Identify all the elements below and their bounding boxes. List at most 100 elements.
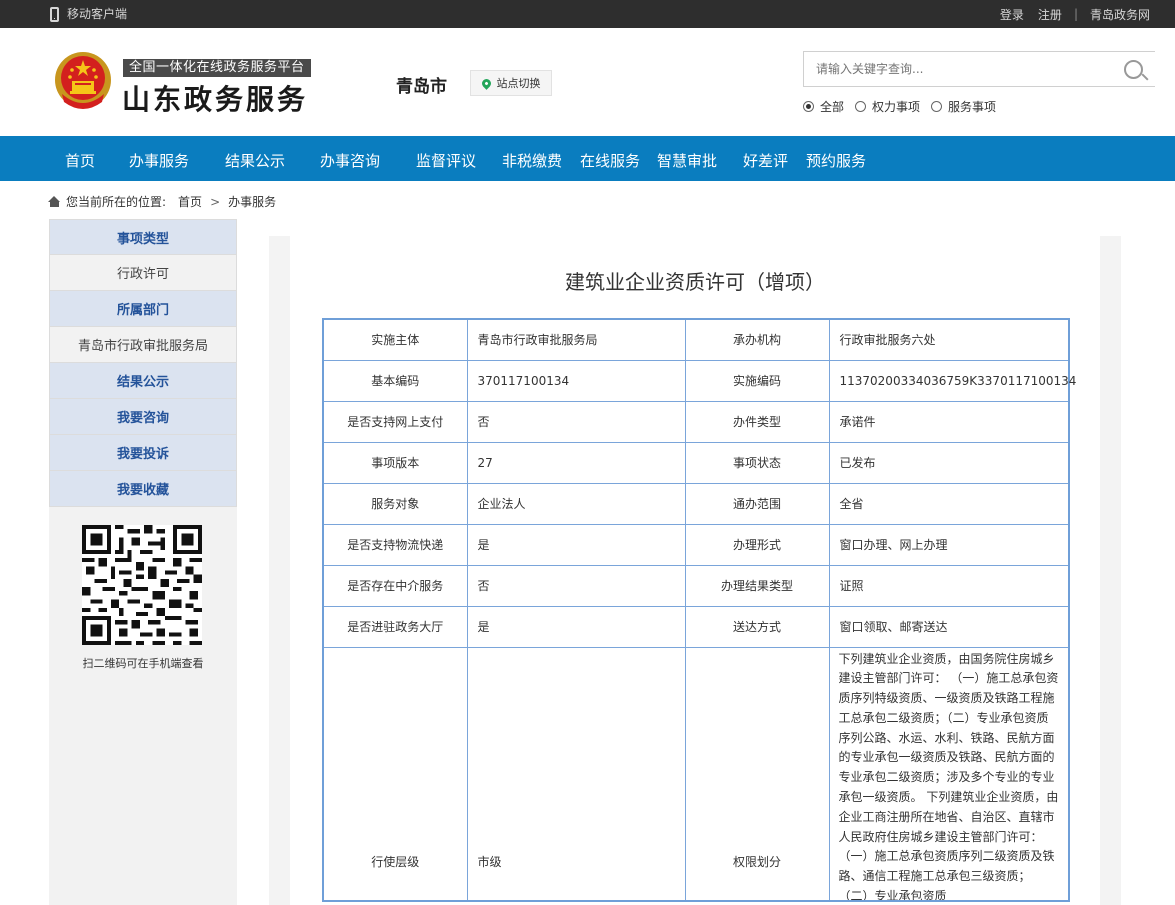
nav-item-consult[interactable]: 办事咨询 [320,150,380,171]
phone-icon [50,6,59,22]
nav-item-booking[interactable]: 预约服务 [806,150,866,171]
field-value: 青岛市行政审批服务局 [466,318,686,361]
field-label: 通办范围 [684,482,830,525]
mobile-client-label: 移动客户端 [67,7,128,21]
field-value: 全省 [828,482,1070,525]
radio-power[interactable]: 权力事项 [855,98,920,115]
field-value: 11370200334036759K3370117100134 [828,359,1076,402]
radio-power-dot[interactable] [855,101,867,112]
field-label: 送达方式 [684,605,830,648]
field-label: 事项版本 [322,441,468,484]
authority-text: 下列建筑业企业资质，由国务院住房城乡建设主管部门许可： （一）施工总承包资质序列… [838,651,1059,900]
table-row: 基本编码 370117100134 实施编码 11370200334036759… [322,359,1076,402]
field-value: 行政审批服务六处 [828,318,1070,361]
field-value: 370117100134 [466,359,686,402]
field-label: 办理结果类型 [684,564,830,607]
breadcrumb: 您当前所在的位置: 首页 > 办事服务 [48,193,276,210]
field-label: 行使层级 [322,646,468,901]
nav-item-results[interactable]: 结果公示 [225,150,285,171]
field-value: 否 [466,400,686,443]
breadcrumb-sep: > [210,194,221,209]
field-label: 办件类型 [684,400,830,443]
field-value: 承诺件 [828,400,1070,443]
sidebar-item-results[interactable]: 结果公示 [49,363,237,399]
field-value: 证照 [828,564,1070,607]
nav-item-online[interactable]: 在线服务 [580,150,640,171]
breadcrumb-prefix: 您当前所在的位置: [66,195,167,209]
field-label: 实施主体 [322,318,468,361]
location-pin-icon [479,76,493,90]
brand-title[interactable]: 山东政务服务 [122,78,308,118]
field-label: 事项状态 [684,441,830,484]
table-row: 是否支持网上支付 否 办件类型 承诺件 [322,400,1070,443]
field-value: 已发布 [828,441,1070,484]
nav-item-fees[interactable]: 非税缴费 [502,150,562,171]
field-value: 窗口办理、网上办理 [828,523,1070,566]
nav-item-services[interactable]: 办事服务 [129,150,189,171]
search-scope: 全部 权力事项 服务事项 [803,98,1007,115]
national-emblem-icon[interactable] [52,50,114,114]
qr-caption: 扫二维码可在手机端查看 [82,657,204,670]
field-label: 是否支持物流快递 [322,523,468,566]
search-input[interactable] [804,52,1114,86]
table-row: 是否进驻政务大厅 是 送达方式 窗口领取、邮寄送达 [322,605,1070,648]
radio-all-label: 全部 [820,100,845,114]
breadcrumb-home[interactable]: 首页 [178,193,202,210]
top-bar: 移动客户端 登录 注册 | 青岛政务网 [0,0,1175,28]
radio-service-label: 服务事项 [948,100,997,114]
radio-power-label: 权力事项 [872,100,921,114]
field-label: 实施编码 [684,359,830,402]
register-link[interactable]: 注册 [1038,6,1062,23]
field-label: 是否支持网上支付 [322,400,468,443]
site-link[interactable]: 青岛政务网 [1090,6,1150,23]
sidebar-item-consult[interactable]: 我要咨询 [49,399,237,435]
current-city: 青岛市 [396,77,447,97]
sidebar-item-admin-permit[interactable]: 行政许可 [49,255,237,291]
table-row: 行使层级 市级 权限划分 下列建筑业企业资质，由国务院住房城乡建设主管部门许可：… [322,646,1070,901]
sidebar-item-department[interactable]: 所属部门 [49,291,237,327]
breadcrumb-services[interactable]: 办事服务 [228,193,276,210]
divider: | [1073,7,1078,21]
radio-service[interactable]: 服务事项 [931,98,996,115]
qr-code-icon [82,525,202,645]
field-label: 是否进驻政务大厅 [322,605,468,648]
site-switch-button[interactable]: 站点切换 [470,70,552,96]
field-label: 权限划分 [684,646,830,901]
search-box [803,51,1155,87]
mobile-client-link[interactable]: 移动客户端 [50,0,127,28]
details-table: 实施主体 青岛市行政审批服务局 承办机构 行政审批服务六处 基本编码 37011… [322,318,1076,902]
field-value-long: 下列建筑业企业资质，由国务院住房城乡建设主管部门许可： （一）施工总承包资质序列… [828,646,1070,901]
field-label: 办理形式 [684,523,830,566]
header: 全国一体化在线政务服务平台 山东政务服务 青岛市 站点切换 全部 权力事项 服务… [0,28,1175,136]
field-value: 否 [466,564,686,607]
table-row: 服务对象 企业法人 通办范围 全省 [322,482,1070,525]
platform-slogan: 全国一体化在线政务服务平台 [123,59,311,77]
table-row: 实施主体 青岛市行政审批服务局 承办机构 行政审批服务六处 [322,318,1070,361]
field-value: 市级 [466,646,686,901]
login-link[interactable]: 登录 [1000,6,1024,23]
sidebar-item-favorite[interactable]: 我要收藏 [49,471,237,507]
nav-item-home[interactable]: 首页 [65,150,95,171]
table-row: 是否支持物流快递 是 办理形式 窗口办理、网上办理 [322,523,1070,566]
site-switch-label: 站点切换 [496,77,541,90]
page-title: 建筑业企业资质许可（增项） [565,270,825,294]
sidebar-item-type[interactable]: 事项类型 [49,219,237,255]
radio-all[interactable]: 全部 [803,98,844,115]
field-value: 27 [466,441,686,484]
main-content: 建筑业企业资质许可（增项） 实施主体 青岛市行政审批服务局 承办机构 行政审批服… [290,236,1100,905]
main-nav: 首页 办事服务 结果公示 办事咨询 监督评议 非税缴费 在线服务 智慧审批 好差… [0,136,1175,181]
radio-service-dot[interactable] [931,101,943,112]
sidebar-item-complain[interactable]: 我要投诉 [49,435,237,471]
field-value: 窗口领取、邮寄送达 [828,605,1070,648]
search-icon[interactable] [1115,52,1155,86]
table-row: 事项版本 27 事项状态 已发布 [322,441,1070,484]
field-label: 承办机构 [684,318,830,361]
field-value: 是 [466,523,686,566]
nav-item-rating[interactable]: 好差评 [743,150,788,171]
sidebar-item-dept-name[interactable]: 青岛市行政审批服务局 [49,327,237,363]
sidebar: 事项类型 行政许可 所属部门 青岛市行政审批服务局 结果公示 我要咨询 我要投诉… [49,219,237,905]
nav-item-smart-approval[interactable]: 智慧审批 [657,150,717,171]
home-icon [48,195,61,208]
nav-item-supervision[interactable]: 监督评议 [416,150,476,171]
radio-all-dot[interactable] [803,101,814,112]
